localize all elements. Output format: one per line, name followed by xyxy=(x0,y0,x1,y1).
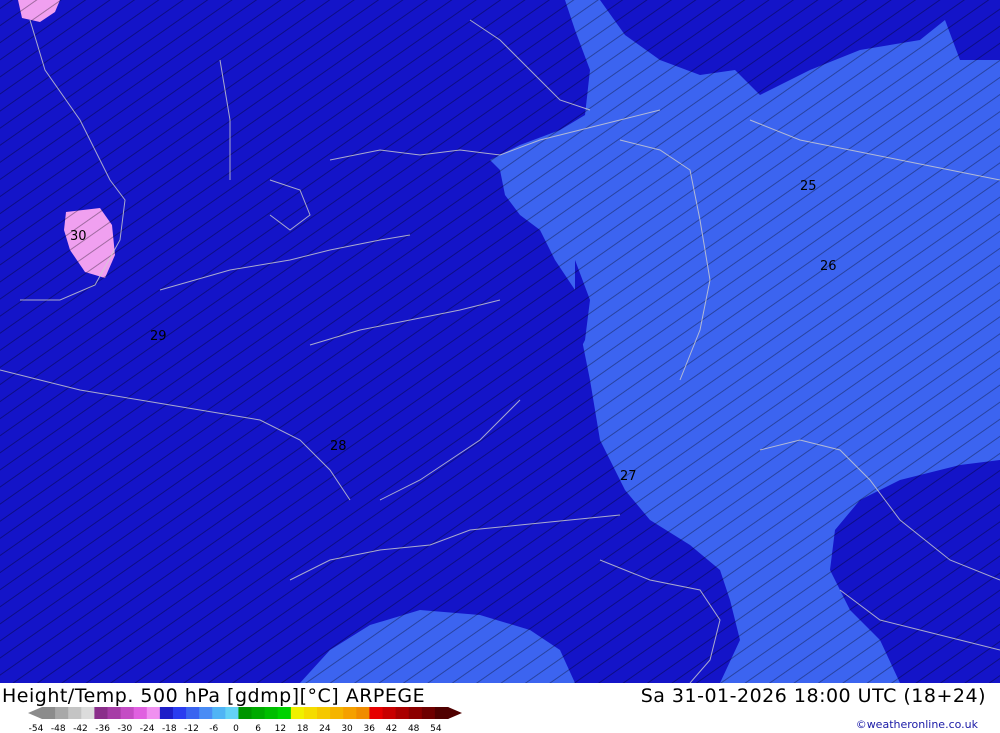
scale-tick-label: 12 xyxy=(275,724,286,733)
scale-swatch xyxy=(395,707,410,719)
scale-swatch xyxy=(199,707,213,719)
scale-swatch xyxy=(212,707,226,719)
scale-swatch xyxy=(133,707,148,719)
scale-tick-label: 36 xyxy=(364,724,376,733)
scale-tick-label: -48 xyxy=(51,724,66,733)
scale-arrow-right xyxy=(448,707,462,719)
scale-tick-label: -42 xyxy=(73,724,88,733)
label-25: 25 xyxy=(800,179,817,194)
scale-tick-label: 0 xyxy=(233,724,239,733)
scale-tick-label: -36 xyxy=(95,724,110,733)
scale-tick-label: 48 xyxy=(408,724,420,733)
scale-swatch xyxy=(290,707,305,719)
map-datetime: Sa 31-01-2026 18:00 UTC (18+24) xyxy=(640,685,986,707)
scale-swatch xyxy=(434,707,449,719)
scale-tick-label: 24 xyxy=(319,724,331,733)
scale-arrow-left xyxy=(28,707,42,719)
credit-link[interactable]: ©weatheronline.co.uk xyxy=(856,718,978,731)
scale-swatch xyxy=(186,707,200,719)
scale-tick-label: 18 xyxy=(297,724,309,733)
weather-map: 30 29 28 27 26 25 xyxy=(0,0,1000,683)
scale-tick-label: -54 xyxy=(29,724,44,733)
scale-swatch xyxy=(343,707,357,719)
scale-swatch xyxy=(330,707,344,719)
scale-swatch xyxy=(408,707,423,719)
map-footer: Height/Temp. 500 hPa [gdmp][°C] ARPEGE S… xyxy=(0,683,1000,733)
map-title: Height/Temp. 500 hPa [gdmp][°C] ARPEGE xyxy=(2,685,426,707)
scale-swatch xyxy=(277,707,292,719)
scale-swatch xyxy=(120,707,135,719)
scale-tick-label: -18 xyxy=(162,724,177,733)
scale-swatch xyxy=(68,707,82,719)
scale-tick-label: 6 xyxy=(255,724,261,733)
scale-swatch xyxy=(369,707,384,719)
scale-tick-label: 54 xyxy=(430,724,442,733)
scale-swatch xyxy=(238,707,253,719)
scale-tick-label: 42 xyxy=(386,724,397,733)
scale-swatch xyxy=(382,707,397,719)
scale-swatch xyxy=(317,707,331,719)
scale-tick-label: -12 xyxy=(184,724,199,733)
scale-swatch xyxy=(42,707,56,719)
scale-swatch xyxy=(159,707,174,719)
label-28: 28 xyxy=(330,439,347,454)
label-30: 30 xyxy=(70,229,87,244)
scale-swatch xyxy=(107,707,122,719)
scale-swatch xyxy=(421,707,436,719)
scale-tick-label: -6 xyxy=(209,724,218,733)
scale-swatch xyxy=(172,707,187,719)
scale-swatch xyxy=(81,707,95,719)
scale-swatch xyxy=(146,707,161,719)
scale-swatch xyxy=(251,707,266,719)
label-26: 26 xyxy=(820,259,837,274)
scale-swatch xyxy=(264,707,279,719)
scale-swatch xyxy=(356,707,370,719)
scale-swatch xyxy=(94,707,108,719)
scale-swatch xyxy=(303,707,318,719)
scale-tick-label: -30 xyxy=(118,724,133,733)
color-scale-legend: -54 -48 -42 -36 -30 -24 -18 -12 -6 0 6 12 18 24 30 36 42… xyxy=(28,707,462,733)
scale-tick-label: 30 xyxy=(341,724,353,733)
label-29: 29 xyxy=(150,329,167,344)
scale-swatch xyxy=(225,707,239,719)
scale-tick-label: -24 xyxy=(140,724,155,733)
label-27: 27 xyxy=(620,469,637,484)
scale-swatch xyxy=(55,707,69,719)
